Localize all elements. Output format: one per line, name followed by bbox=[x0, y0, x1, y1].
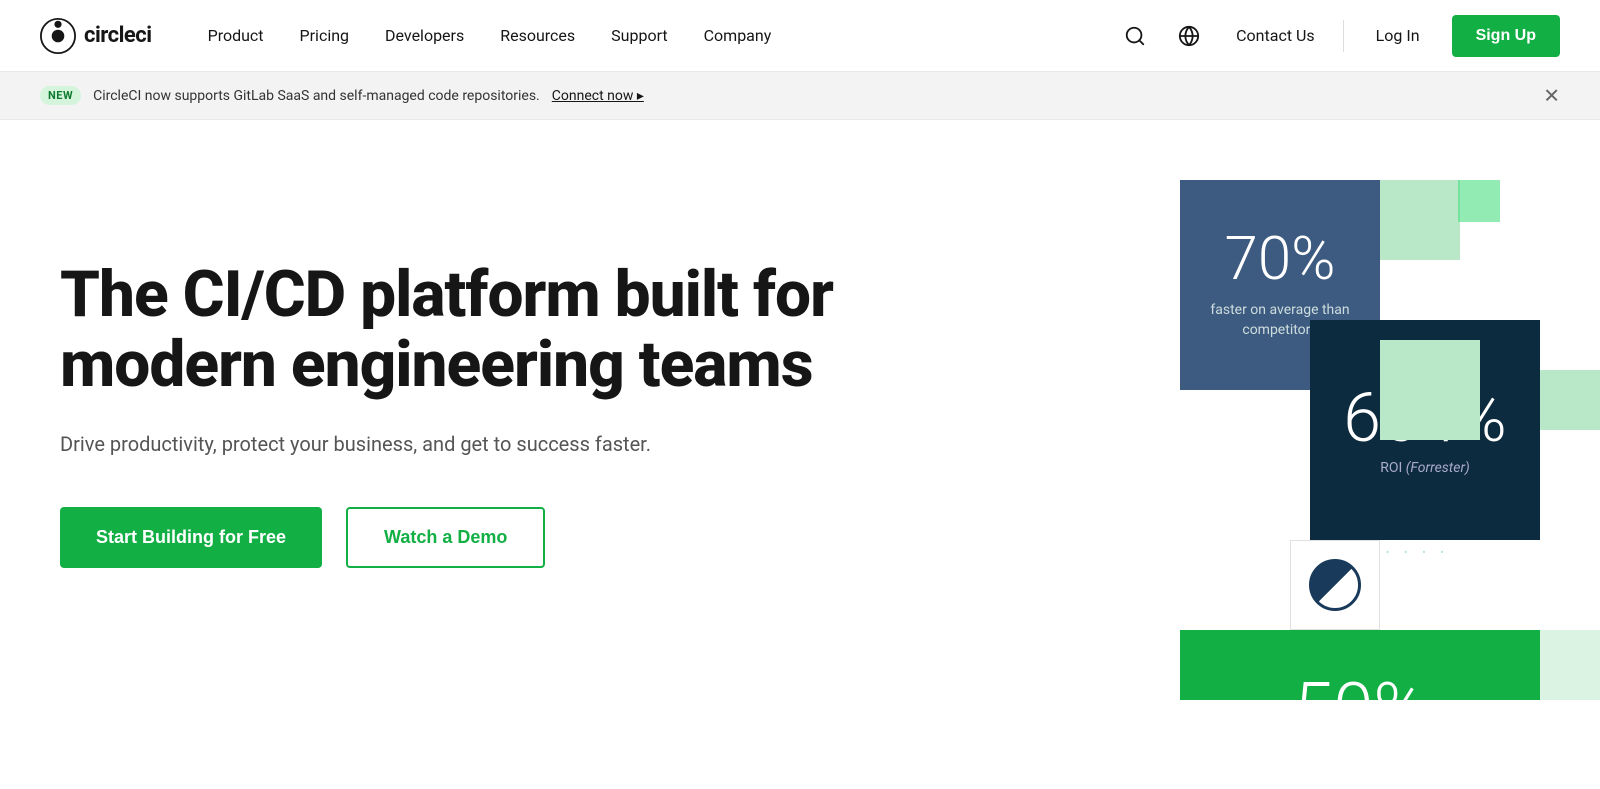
nav-developers[interactable]: Developers bbox=[369, 18, 480, 53]
nav-right: Contact Us Log In Sign Up bbox=[1116, 15, 1560, 57]
nav-divider bbox=[1343, 20, 1344, 52]
accent-right-top bbox=[1540, 370, 1600, 430]
sign-up-button[interactable]: Sign Up bbox=[1452, 15, 1560, 57]
stats-panel: 70% faster on average than competitors 6… bbox=[1180, 180, 1600, 700]
dots-decoration: · · · · bbox=[1385, 540, 1449, 564]
logo-icon bbox=[40, 18, 76, 54]
search-icon bbox=[1124, 25, 1146, 47]
hero-buttons: Start Building for Free Watch a Demo bbox=[60, 507, 880, 568]
nav-pricing[interactable]: Pricing bbox=[284, 18, 366, 53]
globe-button[interactable] bbox=[1170, 17, 1208, 55]
nav-product[interactable]: Product bbox=[192, 18, 280, 53]
accent-right-bottom bbox=[1540, 630, 1600, 700]
new-badge: NEW bbox=[40, 86, 81, 105]
search-button[interactable] bbox=[1116, 17, 1154, 55]
globe-icon bbox=[1178, 25, 1200, 47]
hero-subtitle: Drive productivity, protect your busines… bbox=[60, 429, 880, 459]
stat-664-label-prefix: ROI bbox=[1380, 460, 1406, 476]
accent-green-topleft bbox=[1380, 180, 1460, 260]
connect-now-link[interactable]: Connect now ▸ bbox=[552, 88, 644, 104]
accent-green-small bbox=[1458, 180, 1500, 222]
stat-50-number: 50% bbox=[1293, 674, 1426, 700]
stat-70-number: 70% bbox=[1225, 229, 1336, 289]
nav-links: Product Pricing Developers Resources Sup… bbox=[192, 18, 1117, 53]
hero-section: The CI/CD platform built for modern engi… bbox=[0, 120, 1600, 700]
accent-green-mid bbox=[1380, 340, 1480, 440]
banner-close-button[interactable]: ✕ bbox=[1543, 83, 1560, 108]
hero-content: The CI/CD platform built for modern engi… bbox=[60, 200, 880, 568]
announcement-banner: NEW CircleCI now supports GitLab SaaS an… bbox=[0, 72, 1600, 120]
start-building-button[interactable]: Start Building for Free bbox=[60, 507, 322, 568]
nav-resources[interactable]: Resources bbox=[484, 18, 591, 53]
stat-card-50: 50% bbox=[1180, 630, 1540, 700]
navbar: circleci Product Pricing Developers Reso… bbox=[0, 0, 1600, 72]
hero-title-line1: The CI/CD platform built for bbox=[60, 257, 833, 332]
contact-us-link[interactable]: Contact Us bbox=[1224, 18, 1327, 53]
mini-circle bbox=[1309, 559, 1361, 611]
announcement-text: CircleCI now supports GitLab SaaS and se… bbox=[93, 88, 540, 104]
log-in-link[interactable]: Log In bbox=[1360, 18, 1436, 53]
logo-text: circleci bbox=[84, 23, 152, 48]
nav-company[interactable]: Company bbox=[688, 18, 788, 53]
logo-link[interactable]: circleci bbox=[40, 18, 152, 54]
watch-demo-button[interactable]: Watch a Demo bbox=[346, 507, 545, 568]
stat-664-label-italic: (Forrester) bbox=[1406, 460, 1470, 476]
stat-664-label: ROI (Forrester) bbox=[1380, 460, 1470, 476]
mini-circle-card bbox=[1290, 540, 1380, 630]
hero-title-line2: modern engineering teams bbox=[60, 327, 813, 402]
nav-support[interactable]: Support bbox=[595, 18, 683, 53]
hero-title: The CI/CD platform built for modern engi… bbox=[60, 260, 880, 401]
